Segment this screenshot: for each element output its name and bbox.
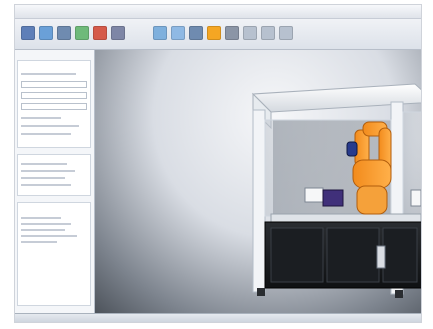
cabinet-door (326, 227, 380, 283)
tree-row[interactable] (21, 235, 77, 237)
title-bar (15, 5, 421, 19)
properties-list-panel (17, 154, 91, 196)
rotate-tool-icon[interactable] (57, 26, 71, 40)
panel-row (21, 163, 67, 165)
property-input[interactable] (21, 81, 87, 88)
select-tool-icon[interactable] (21, 26, 35, 40)
left-sidebar (15, 50, 95, 316)
panel-row (21, 117, 61, 119)
robot-icon[interactable] (207, 26, 221, 40)
main-toolbar (15, 19, 421, 50)
application-window (14, 4, 422, 323)
play-icon[interactable] (75, 26, 89, 40)
toolbar-group-icon[interactable] (171, 26, 185, 40)
control-panel (376, 245, 386, 269)
tree-row[interactable] (21, 217, 61, 219)
part-station (304, 187, 324, 203)
toolbar-group-icon[interactable] (243, 26, 257, 40)
explorer-panel (17, 202, 91, 306)
part-station (322, 189, 344, 207)
panel-row (21, 177, 65, 179)
cabinet-foot (395, 290, 403, 298)
record-icon[interactable] (93, 26, 107, 40)
move-tool-icon[interactable] (39, 26, 53, 40)
toolbar-group-icon[interactable] (279, 26, 293, 40)
tree-row[interactable] (21, 229, 65, 231)
camera-icon[interactable] (111, 26, 125, 40)
table-top (270, 213, 421, 223)
part-station (410, 189, 421, 207)
robot-cell-scene (251, 83, 421, 298)
toolbar-group-icon[interactable] (261, 26, 275, 40)
cabinet-foot (257, 288, 265, 296)
tree-row[interactable] (21, 223, 71, 225)
cabinet-door (270, 227, 324, 283)
panel-row (21, 125, 79, 127)
status-bar (15, 313, 421, 322)
panel-row (21, 73, 76, 75)
screenshot-frame (0, 0, 433, 329)
settings-icon[interactable] (225, 26, 239, 40)
panel-row (21, 184, 71, 186)
property-input[interactable] (21, 103, 87, 110)
cabinet-post-left (252, 109, 266, 293)
toolbar-group-icon[interactable] (189, 26, 203, 40)
toolbar-group-icon[interactable] (153, 26, 167, 40)
properties-panel (17, 60, 91, 148)
property-input[interactable] (21, 92, 87, 99)
3d-viewport[interactable] (95, 50, 421, 316)
panel-row (21, 170, 75, 172)
tree-row[interactable] (21, 241, 57, 243)
panel-row (21, 133, 71, 135)
cabinet-door (382, 227, 418, 283)
